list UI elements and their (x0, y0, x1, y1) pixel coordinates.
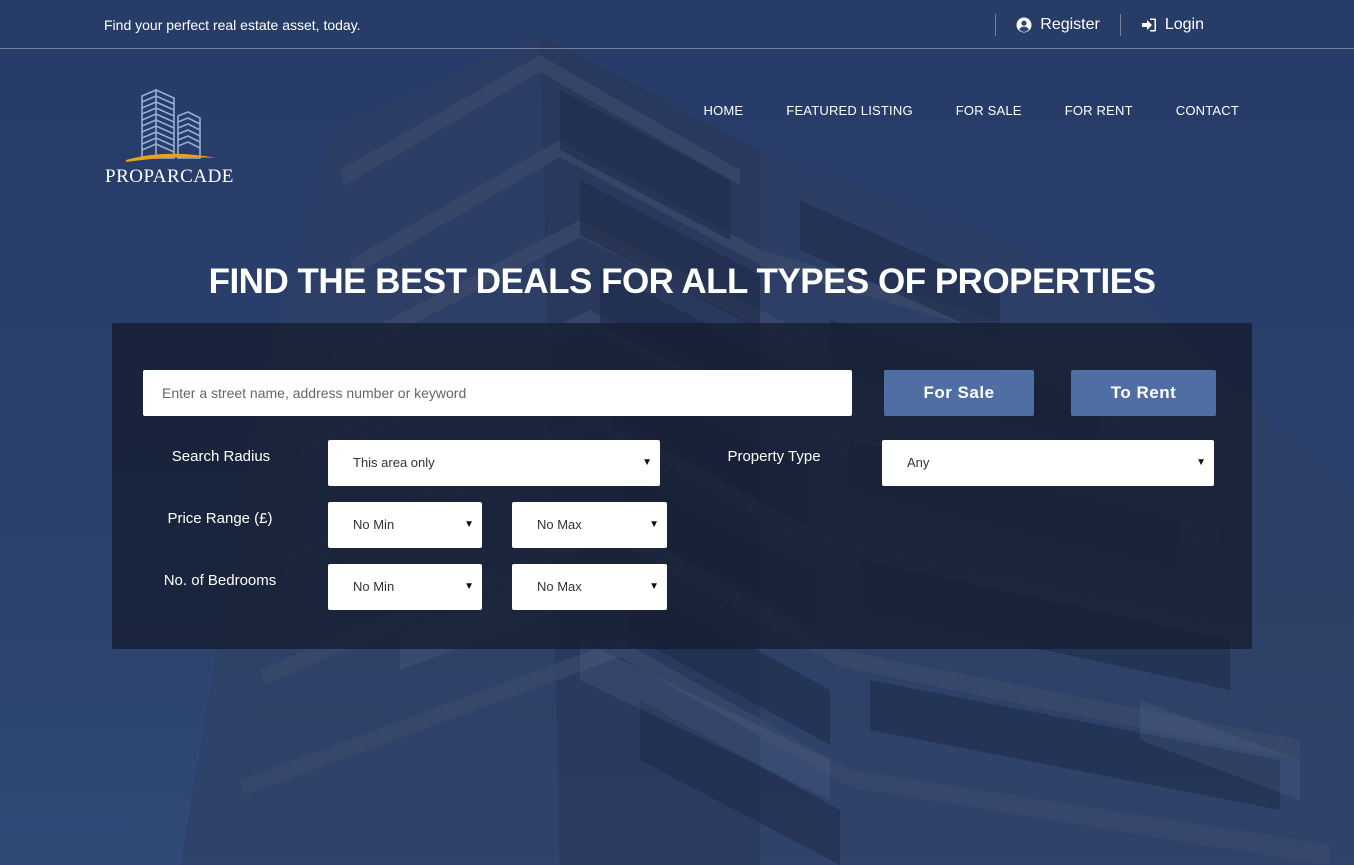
tagline: Find your perfect real estate asset, tod… (104, 17, 361, 33)
nav-home[interactable]: HOME (703, 103, 743, 118)
nav-for-sale[interactable]: FOR SALE (956, 103, 1022, 118)
login-label: Login (1164, 16, 1204, 33)
caret-down-icon: ▼ (642, 457, 652, 468)
search-panel: For Sale To Rent Search Radius This area… (112, 323, 1252, 649)
bedrooms-min-select[interactable]: No Min ▼ (328, 564, 482, 610)
sign-in-icon (1141, 18, 1156, 32)
property-type-select[interactable]: Any ▼ (882, 440, 1214, 486)
user-circle-icon (1016, 17, 1032, 33)
caret-down-icon: ▼ (464, 581, 474, 592)
bedrooms-min-value: No Min (353, 579, 395, 594)
top-bar: Find your perfect real estate asset, tod… (0, 0, 1354, 49)
nav-contact[interactable]: CONTACT (1176, 103, 1239, 118)
hero-headline: FIND THE BEST DEALS FOR ALL TYPES OF PRO… (208, 262, 1156, 301)
price-min-select[interactable]: No Min ▼ (328, 502, 482, 548)
register-link[interactable]: Register (996, 16, 1120, 34)
price-min-value: No Min (353, 517, 395, 532)
search-radius-select[interactable]: This area only ▼ (328, 440, 660, 486)
bedrooms-max-value: No Max (537, 579, 582, 594)
price-max-value: No Max (537, 517, 582, 532)
login-link[interactable]: Login (1121, 16, 1224, 34)
caret-down-icon: ▼ (1196, 457, 1206, 468)
bedrooms-label: No. of Bedrooms (163, 572, 277, 589)
caret-down-icon: ▼ (649, 519, 659, 530)
keyword-search-input[interactable] (143, 370, 852, 416)
main-nav: HOME FEATURED LISTING FOR SALE FOR RENT … (660, 103, 1239, 118)
nav-for-rent[interactable]: FOR RENT (1065, 103, 1133, 118)
search-radius-label: Search Radius (171, 448, 271, 465)
nav-featured-listing[interactable]: FEATURED LISTING (786, 103, 912, 118)
property-type-value: Any (907, 455, 930, 470)
property-type-label: Property Type (727, 448, 821, 465)
register-label: Register (1040, 16, 1100, 33)
search-radius-value: This area only (353, 455, 435, 470)
account-links: Register Login (995, 13, 1224, 37)
to-rent-button[interactable]: To Rent (1071, 370, 1216, 416)
price-max-select[interactable]: No Max ▼ (512, 502, 667, 548)
brand-name: PROPARCADE (105, 166, 234, 187)
price-range-label: Price Range (£) (167, 510, 273, 527)
bedrooms-max-select[interactable]: No Max ▼ (512, 564, 667, 610)
caret-down-icon: ▼ (464, 519, 474, 530)
caret-down-icon: ▼ (649, 581, 659, 592)
for-sale-button[interactable]: For Sale (884, 370, 1034, 416)
